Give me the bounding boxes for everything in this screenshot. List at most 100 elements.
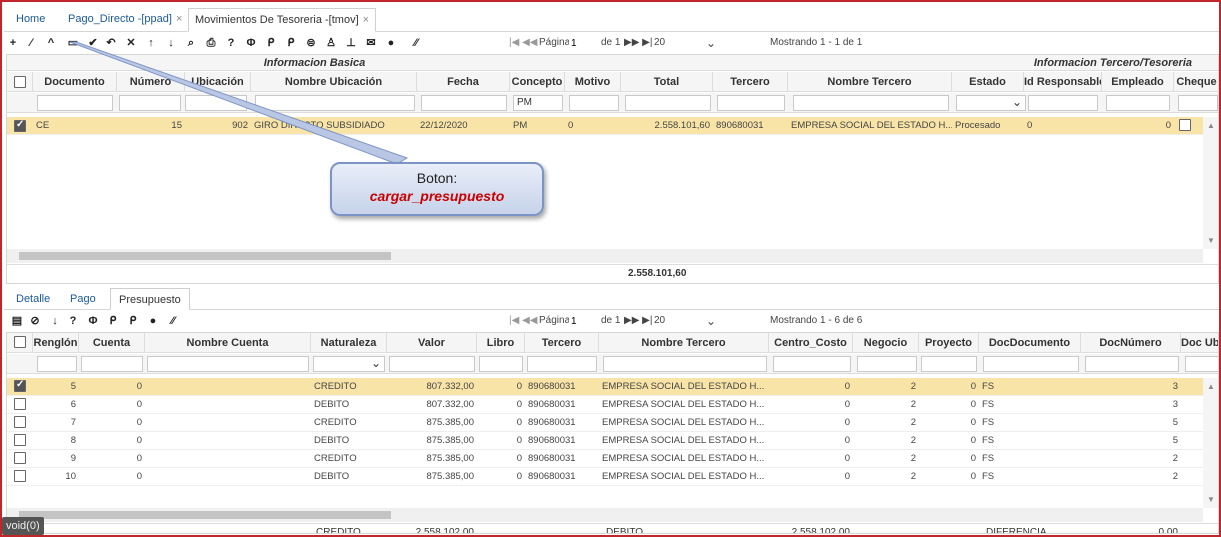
add-circle-icon[interactable]: ● (146, 313, 160, 329)
scroll-up-icon[interactable]: ▲ (1207, 121, 1215, 130)
col-negocio[interactable]: Negocio (853, 333, 919, 353)
col-proyecto[interactable]: Proyecto (919, 333, 979, 353)
filter-nombre-tercero[interactable] (603, 356, 767, 372)
col-tercero[interactable]: Tercero (713, 72, 788, 92)
detail-vertical-scrollbar[interactable]: ▲ ▼ (1203, 378, 1218, 508)
row-checkbox[interactable] (14, 416, 26, 428)
col-valor[interactable]: Valor (387, 333, 477, 353)
pager-nav-left[interactable]: |◀ ◀◀ (509, 311, 537, 331)
edit-icon[interactable]: ⁄ (24, 35, 38, 51)
filter-renglon[interactable] (37, 356, 77, 372)
row-checkbox[interactable] (14, 452, 26, 464)
filter-nombre-tercero[interactable] (793, 95, 949, 111)
filter-tercero[interactable] (527, 356, 597, 372)
table-row[interactable]: 5 0 CREDITO 807.332,00 0 890680031 EMPRESA SOC… (7, 378, 1203, 396)
filter-tercero[interactable] (717, 95, 785, 111)
pager-nav-right[interactable]: ▶▶ ▶| (624, 311, 652, 331)
tab-detalle[interactable]: Detalle (8, 288, 58, 310)
scroll-up-icon[interactable]: ▲ (1207, 382, 1215, 391)
scroll-thumb[interactable] (19, 511, 391, 519)
scroll-down-icon[interactable]: ▼ (1207, 236, 1215, 245)
row-checkbox[interactable] (14, 379, 26, 392)
filter-docdocumento[interactable] (983, 356, 1079, 372)
filter-centro-costo[interactable] (773, 356, 851, 372)
per-page-select[interactable]: 20 (654, 33, 665, 53)
col-total[interactable]: Total (621, 72, 713, 92)
chevron-down-icon[interactable]: ⌄ (706, 311, 716, 331)
pager-nav-left[interactable]: |◀ ◀◀ (509, 33, 537, 53)
table-row[interactable]: 7 0 CREDITO 875.385,00 0 890680031 EMPRESA SOC… (7, 414, 1203, 432)
scroll-thumb[interactable] (19, 252, 391, 260)
block-icon[interactable]: ⊘ (28, 313, 42, 329)
tab-presupuesto[interactable]: Presupuesto (110, 288, 190, 310)
close-icon[interactable]: × (363, 14, 369, 26)
filter-nombre-cuenta[interactable] (147, 356, 309, 372)
col-centro-costo[interactable]: Centro_Costo (769, 333, 853, 353)
row-checkbox[interactable] (14, 119, 26, 132)
filter-total[interactable] (625, 95, 711, 111)
select-all-checkbox[interactable] (14, 76, 26, 88)
table-row[interactable]: 9 0 CREDITO 875.385,00 0 890680031 EMPRESA SOC… (7, 450, 1203, 468)
col-nombre-tercero[interactable]: Nombre Tercero (599, 333, 769, 353)
filter-icon[interactable]: Φ (86, 313, 100, 329)
master-vertical-scrollbar[interactable]: ▲ ▼ (1203, 117, 1218, 249)
col-naturaleza[interactable]: Naturaleza (311, 333, 387, 353)
col-id-responsable[interactable]: Id Responsable (1024, 72, 1102, 92)
filter-doc-ub[interactable] (1185, 356, 1218, 372)
col-doc-ub[interactable]: Doc Ub (1181, 333, 1218, 353)
table-row[interactable]: 8 0 DEBITO 875.385,00 0 890680031 EMPRESA SOCI… (7, 432, 1203, 450)
page-input[interactable] (569, 314, 599, 328)
col-docdocumento[interactable]: DocDocumento (979, 333, 1081, 353)
per-page-select[interactable]: 20 (654, 311, 665, 331)
scroll-down-icon[interactable]: ▼ (1207, 495, 1215, 504)
add-icon[interactable]: + (6, 35, 20, 51)
filter-negocio[interactable] (857, 356, 917, 372)
page-input[interactable] (569, 36, 599, 50)
col-fecha[interactable]: Fecha (417, 72, 510, 92)
resize-icon[interactable]: ⁄⁄ (166, 313, 180, 329)
row-checkbox[interactable] (14, 434, 26, 446)
tab-pago-directo[interactable]: Pago_Directo -[ppad] × (62, 8, 188, 32)
zoom-in-icon[interactable]: ᑭ (106, 313, 120, 329)
detail-horizontal-scrollbar[interactable] (7, 508, 1203, 522)
chevron-down-icon[interactable]: ⌄ (706, 33, 716, 53)
col-libro[interactable]: Libro (477, 333, 525, 353)
filter-naturaleza-select[interactable]: ⌄ (313, 356, 385, 372)
col-nombre-cuenta[interactable]: Nombre Cuenta (145, 333, 311, 353)
col-concepto[interactable]: Concepto (510, 72, 565, 92)
save-icon[interactable]: ▤ (10, 313, 24, 329)
col-tercero[interactable]: Tercero (525, 333, 599, 353)
tab-movimientos-tesoreria[interactable]: Movimientos De Tesoreria -[tmov] × (188, 8, 377, 32)
cheque-checkbox[interactable] (1179, 119, 1191, 131)
row-checkbox[interactable] (14, 470, 26, 482)
filter-empleado[interactable] (1106, 95, 1170, 111)
filter-cuenta[interactable] (81, 356, 143, 372)
filter-fecha[interactable] (421, 95, 507, 111)
col-nombre-tercero[interactable]: Nombre Tercero (788, 72, 952, 92)
filter-proyecto[interactable] (921, 356, 977, 372)
filter-motivo[interactable] (569, 95, 619, 111)
pager-nav-right[interactable]: ▶▶ ▶| (624, 33, 652, 53)
row-checkbox[interactable] (14, 398, 26, 410)
help-icon[interactable]: ? (66, 313, 80, 329)
col-estado[interactable]: Estado (952, 72, 1024, 92)
zoom-out-icon[interactable]: ᑭ (126, 313, 140, 329)
col-empleado[interactable]: Empleado (1102, 72, 1174, 92)
table-row[interactable]: 10 0 DEBITO 875.385,00 0 890680031 EMPRESA SOC… (7, 468, 1203, 486)
filter-estado-select[interactable]: ⌄ (956, 95, 1026, 111)
filter-libro[interactable] (479, 356, 523, 372)
arrow-down-icon[interactable]: ↓ (48, 313, 62, 329)
table-row[interactable]: 6 0 DEBITO 807.332,00 0 890680031 EMPRESA SOCI… (7, 396, 1203, 414)
col-cheque[interactable]: Cheque (1174, 72, 1218, 92)
close-icon[interactable]: × (176, 13, 182, 25)
tab-pago[interactable]: Pago (62, 288, 104, 310)
col-cuenta[interactable]: Cuenta (79, 333, 145, 353)
col-docnumero[interactable]: DocNúmero (1081, 333, 1181, 353)
tab-home[interactable]: Home (10, 8, 51, 32)
col-renglon[interactable]: Renglón (33, 333, 79, 353)
filter-docnumero[interactable] (1085, 356, 1179, 372)
col-motivo[interactable]: Motivo (565, 72, 621, 92)
select-all-checkbox[interactable] (14, 336, 26, 348)
filter-id-responsable[interactable] (1028, 95, 1098, 111)
filter-cheque[interactable] (1178, 95, 1218, 111)
